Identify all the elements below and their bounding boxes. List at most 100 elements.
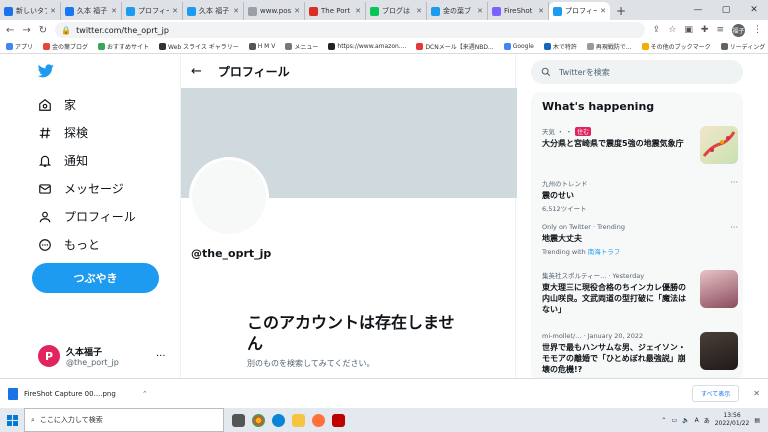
tab-close-icon[interactable]: ✕ <box>600 7 606 15</box>
reload-icon[interactable]: ↻ <box>39 25 47 36</box>
tab-close-icon[interactable]: ✕ <box>111 7 117 15</box>
bookmark-label: アプリ <box>15 44 34 51</box>
edge-icon[interactable] <box>272 413 285 427</box>
tab-favicon-icon <box>309 6 318 16</box>
nav-notifications-label: 通知 <box>64 154 89 168</box>
bookmark-item[interactable]: メニュー <box>285 42 318 51</box>
bookmark-item[interactable]: H M V <box>248 42 275 51</box>
screenshot-icon[interactable]: ▣ <box>684 25 693 35</box>
ime-indicator[interactable]: あ <box>704 416 710 425</box>
nav-profile[interactable]: プロフィール <box>38 208 136 225</box>
account-name: 久本福子 <box>66 348 103 358</box>
network-icon[interactable]: ▭ <box>671 417 677 424</box>
profile-avatar[interactable]: 福子 <box>732 23 745 37</box>
browser-tab[interactable]: FireShot ✕ <box>488 2 549 20</box>
browser-tab[interactable]: The Port ✕ <box>305 2 366 20</box>
lang-indicator[interactable]: A <box>695 417 699 424</box>
new-tab-button[interactable]: + <box>610 2 632 20</box>
nav-messages[interactable]: メッセージ <box>38 180 124 197</box>
tab-close-icon[interactable]: ✕ <box>172 7 178 15</box>
trend-more-icon[interactable]: ··· <box>730 223 738 232</box>
chrome-icon[interactable] <box>252 413 265 427</box>
browser-tab[interactable]: ブログは ✕ <box>366 2 427 20</box>
back-arrow-icon[interactable]: ← <box>6 25 14 36</box>
clock[interactable]: 13:56 2022/01/22 <box>715 412 750 428</box>
star-icon[interactable]: ☆ <box>668 25 676 35</box>
trend-item[interactable]: Only on Twitter · Trending 地震大丈夫 Trendin… <box>542 223 738 256</box>
back-arrow-icon[interactable]: ← <box>191 64 202 79</box>
browser-tab[interactable]: プロフィー✕ <box>549 2 610 20</box>
windows-start-icon[interactable] <box>0 414 24 426</box>
tray-up-icon[interactable]: ⌃ <box>661 417 666 424</box>
tab-close-icon[interactable]: ✕ <box>416 7 422 15</box>
bookmark-reading-list[interactable]: リーディング リスト <box>720 42 768 51</box>
share-icon[interactable]: ⇪ <box>653 25 661 35</box>
bookmark-label: Web スライス ギャラリー <box>168 44 239 51</box>
trend-item[interactable]: 天気 ・ ・住む 大分県と宮崎県で震度5強の地震気象庁 <box>542 126 738 164</box>
tab-close-icon[interactable]: ✕ <box>233 7 239 15</box>
taskbar-search[interactable]: ⌕ ここに入力して検索 <box>24 408 224 432</box>
forward-arrow-icon[interactable]: → <box>22 25 30 36</box>
tab-close-icon[interactable]: ✕ <box>50 7 56 15</box>
bookmark-item[interactable]: Web スライス ギャラリー <box>159 42 239 51</box>
maximize-button[interactable]: ▢ <box>712 0 740 20</box>
search-icon: ⌕ <box>31 415 35 424</box>
tab-label: プロフィー <box>138 7 169 15</box>
bookmark-item[interactable]: 木で特許 <box>543 42 577 51</box>
menu-icon[interactable]: ⋮ <box>753 25 762 35</box>
search-placeholder: Twitterを検索 <box>559 67 610 77</box>
close-window-button[interactable]: ✕ <box>740 0 768 20</box>
explorer-icon[interactable] <box>292 413 305 427</box>
browser-tab[interactable]: 新しいタブ✕ <box>0 2 61 20</box>
volume-icon[interactable]: 🔈 <box>682 417 689 424</box>
browser-tab[interactable]: 金の葉ブ ✕ <box>427 2 488 20</box>
show-all-downloads-button[interactable]: すべて表示 <box>691 385 740 402</box>
bookmark-item[interactable]: DCNメール【来週NBD... <box>416 42 494 51</box>
bookmark-other[interactable]: その他のブックマーク <box>641 42 711 51</box>
nav-explore[interactable]: 探検 <box>38 124 88 141</box>
nav-home-label: 家 <box>64 98 77 112</box>
trend-item[interactable]: 九州のトレンド 震のせい 6,512ツイート ··· <box>542 178 738 213</box>
filezilla-icon[interactable] <box>332 413 345 427</box>
bookmark-item[interactable]: アプリ <box>6 42 33 51</box>
search-input[interactable]: Twitterを検索 <box>531 60 743 84</box>
bookmark-item[interactable]: 金の葉ブログ <box>43 42 88 51</box>
bookmark-item[interactable]: Google <box>503 42 534 51</box>
chevron-up-icon[interactable]: ⌃ <box>142 390 148 398</box>
main-column: ← プロフィール @the_oprt_jp このアカウントは存在しません 別のも… <box>180 54 517 378</box>
notification-icon[interactable]: ▤ <box>754 417 760 424</box>
browser-tab[interactable]: プロフィー✕ <box>122 2 183 20</box>
tab-close-icon[interactable]: ✕ <box>477 7 483 15</box>
person-icon <box>39 211 51 222</box>
download-filename[interactable]: FireShot Capture 00....png <box>24 390 116 398</box>
task-view-icon[interactable] <box>232 413 245 427</box>
tab-close-icon[interactable]: ✕ <box>538 7 544 15</box>
twitter-logo-icon[interactable] <box>38 64 54 78</box>
tab-close-icon[interactable]: ✕ <box>355 7 361 15</box>
bookmark-item[interactable]: おすすめサイト <box>98 42 149 51</box>
bookmarks-bar: アプリ 金の葉ブログ おすすめサイト Web スライス ギャラリー H M V メニュー h… <box>0 40 768 54</box>
minimize-button[interactable]: — <box>684 0 712 20</box>
tweet-button[interactable]: つぶやき <box>32 263 159 293</box>
bookmark-item[interactable]: 再現戦防で... <box>586 42 632 51</box>
firefox-icon[interactable] <box>312 413 325 427</box>
trend-item[interactable]: mi-mollet/... · January 20, 2022 世界で最もハン… <box>542 332 738 375</box>
nav-more[interactable]: もっと <box>38 236 100 253</box>
trend-more-icon[interactable]: ··· <box>730 178 738 187</box>
browser-tab[interactable]: www.pos ✕ <box>244 2 305 20</box>
nav-home[interactable]: 家 <box>38 96 76 113</box>
bookmark-item[interactable]: https://www.amazon.... <box>328 42 406 51</box>
trend-item[interactable]: 集英社スポルティー... · Yesterday 東大理三に現役合格のちインカレ… <box>542 270 738 315</box>
list-icon[interactable]: ≡ <box>716 25 724 35</box>
nav-notifications[interactable]: 通知 <box>38 152 88 169</box>
tab-label: 久本 福子 <box>199 7 230 15</box>
tab-close-icon[interactable]: ✕ <box>294 7 300 15</box>
address-bar[interactable]: 🔒 twitter.com/the_oprt_jp <box>55 22 645 38</box>
account-more-icon[interactable]: ··· <box>156 351 166 362</box>
browser-tab[interactable]: 久本 福子 ✕ <box>61 2 122 20</box>
account-switcher[interactable]: P 久本福子 @the_port_jp <box>38 345 119 367</box>
close-icon[interactable]: ✕ <box>753 389 760 398</box>
extension-icon[interactable]: ✚ <box>701 25 709 35</box>
browser-tab[interactable]: 久本 福子 ✕ <box>183 2 244 20</box>
tab-favicon-icon <box>65 6 74 16</box>
